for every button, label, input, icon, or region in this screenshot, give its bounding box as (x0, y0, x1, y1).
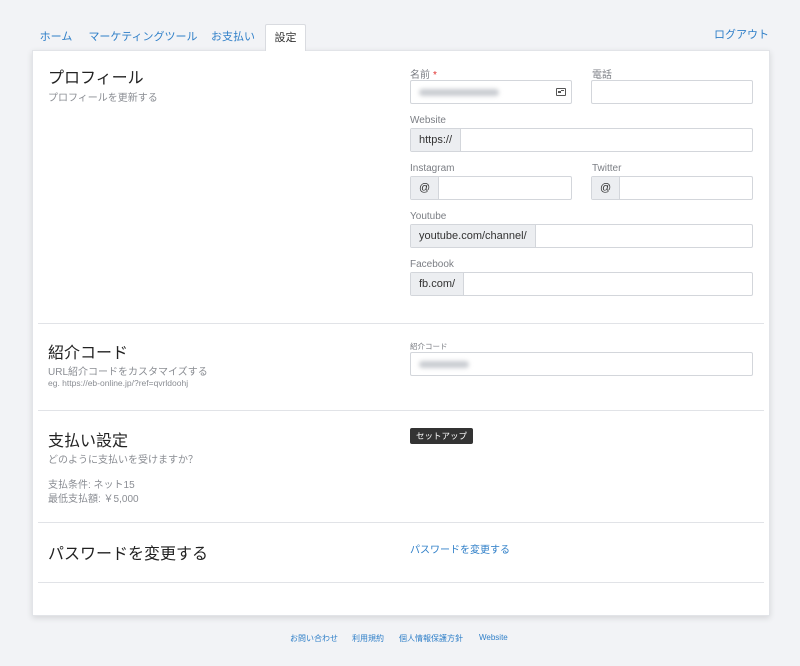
youtube-field[interactable]: youtube.com/channel/ (410, 224, 753, 248)
website-label: Website (410, 115, 446, 126)
instagram-label: Instagram (410, 163, 455, 174)
twitter-input[interactable] (620, 177, 775, 199)
youtube-label: Youtube (410, 211, 447, 222)
instagram-input[interactable] (439, 177, 594, 199)
phone-label: 電話 (592, 70, 612, 81)
name-label: 名前 * (410, 70, 437, 81)
twitter-field[interactable]: @ (591, 176, 775, 200)
section-divider (38, 323, 764, 324)
facebook-input[interactable] (464, 273, 752, 295)
referral-example: eg. https://eb-online.jp/?ref=qvrldoohj (48, 378, 189, 388)
footer-terms-link[interactable]: 利用規約 (352, 633, 384, 644)
twitter-prefix: @ (592, 177, 621, 199)
website-prefix: https:// (411, 129, 462, 151)
contact-card-icon (556, 88, 566, 96)
section-divider (38, 410, 764, 411)
footer-contact-link[interactable]: お問い合わせ (290, 633, 338, 644)
instagram-prefix: @ (411, 177, 440, 199)
referral-subtitle: URL紹介コードをカスタマイズする (48, 367, 208, 378)
referral-code-redacted (419, 361, 469, 368)
referral-code-field[interactable] (410, 352, 753, 376)
tab-settings[interactable]: 設定 (265, 24, 306, 51)
payment-title: 支払い設定 (48, 433, 129, 450)
profile-subtitle: プロフィールを更新する (48, 93, 158, 104)
facebook-label: Facebook (410, 259, 454, 270)
tab-home[interactable]: ホーム (34, 24, 78, 50)
change-password-link[interactable]: パスワードを変更する (410, 541, 510, 556)
tab-payments[interactable]: お支払い (207, 24, 259, 50)
website-field[interactable]: https:// (410, 128, 753, 152)
facebook-prefix: fb.com/ (411, 273, 465, 295)
setup-button[interactable]: セットアップ (410, 428, 474, 444)
twitter-label: Twitter (592, 163, 622, 174)
logout-link[interactable]: ログアウト (714, 24, 769, 46)
password-title: パスワードを変更する (48, 546, 209, 563)
payment-subtitle: どのように支払いを受けますか？ (48, 455, 198, 466)
section-divider (38, 522, 764, 523)
payment-minimum: 最低支払額: ￥5,000 (48, 494, 139, 505)
profile-title: プロフィール (48, 70, 144, 87)
footer-privacy-link[interactable]: 個人情報保護方針 (399, 633, 463, 644)
phone-input[interactable] (592, 81, 752, 103)
section-divider (38, 582, 764, 583)
facebook-field[interactable]: fb.com/ (410, 272, 753, 296)
youtube-input[interactable] (535, 225, 752, 247)
referral-title: 紹介コード (48, 345, 129, 362)
website-input[interactable] (461, 129, 752, 151)
footer-website-link[interactable]: Website (479, 633, 508, 642)
youtube-prefix: youtube.com/channel/ (411, 225, 536, 247)
phone-field[interactable] (591, 80, 753, 104)
tab-marketing-tools[interactable]: マーケティングツール (88, 24, 198, 50)
name-value-redacted (419, 89, 499, 96)
name-field[interactable] (410, 80, 572, 104)
instagram-field[interactable]: @ (410, 176, 594, 200)
referral-code-label: 紹介コード (410, 342, 448, 351)
payment-terms: 支払条件: ネット15 (48, 480, 135, 491)
